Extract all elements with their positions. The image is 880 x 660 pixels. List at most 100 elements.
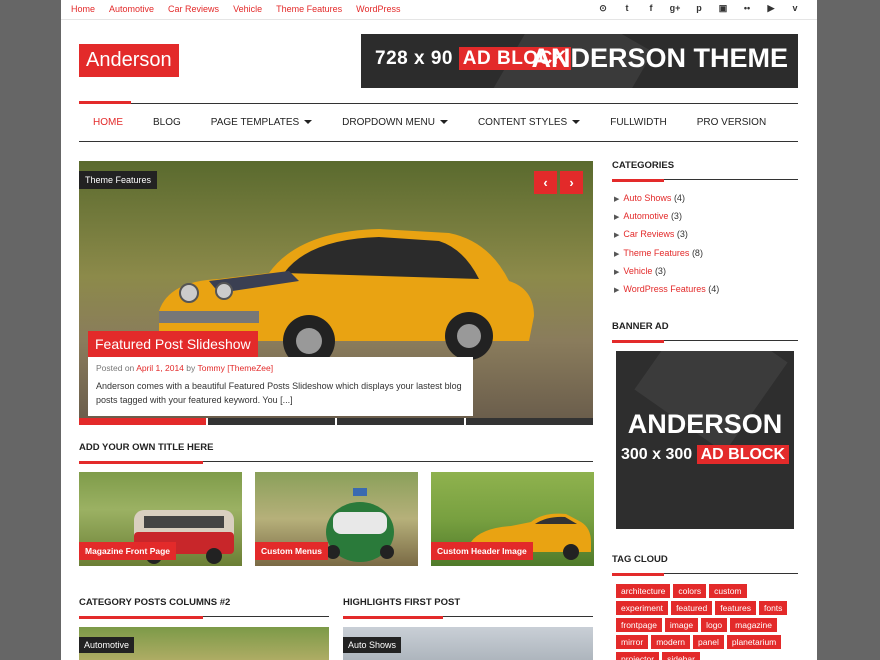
twitter-icon[interactable]: t (615, 3, 639, 14)
tag-link[interactable]: panel (693, 635, 724, 649)
section-title-bar (343, 616, 443, 619)
slide-dot[interactable] (466, 418, 593, 425)
post-thumbnail[interactable]: Magazine Front Page (79, 472, 242, 566)
slide-title[interactable]: Featured Post Slideshow (88, 331, 258, 357)
instagram-icon[interactable]: ▣ (711, 3, 735, 14)
post-thumbnail[interactable]: Custom Menus (255, 472, 418, 566)
tag-link[interactable]: logo (701, 618, 728, 632)
section-title-text: CATEGORY POSTS COLUMNS #2 (79, 597, 231, 608)
dropdown-caret-icon (439, 120, 448, 125)
top-nav-link[interactable]: Theme Features (276, 4, 342, 14)
post-date-link[interactable]: April 1, 2014 (136, 363, 184, 373)
tag-link[interactable]: frontpage (616, 618, 662, 632)
ad-size-label: 728 x 90 (375, 48, 453, 69)
nav-item-label: FULLWIDTH (610, 117, 667, 128)
tag-link[interactable]: projector (616, 652, 660, 660)
tag-link[interactable]: experiment (616, 601, 669, 615)
category-link[interactable]: Car Reviews (623, 229, 674, 239)
widget-title-bar (612, 340, 664, 343)
nav-item-label: HOME (93, 117, 123, 128)
category-link[interactable]: WordPress Features (623, 284, 705, 294)
slide-prev-button[interactable]: ‹ (534, 171, 557, 194)
youtube-icon[interactable]: ▶ (759, 3, 783, 14)
googleplus-icon[interactable]: g+ (663, 3, 687, 14)
top-nav-link[interactable]: Car Reviews (168, 4, 219, 14)
thumbnail-label[interactable]: Magazine Front Page (79, 542, 177, 560)
nav-item-label: DROPDOWN MENU (342, 117, 435, 128)
pinterest-icon[interactable]: p (687, 3, 711, 14)
category-item: ▶ Automotive (3) (614, 211, 719, 229)
thumbnail-label[interactable]: Custom Menus (255, 542, 328, 560)
post-category-badge[interactable]: Automotive (79, 637, 135, 653)
slide-dot[interactable] (337, 418, 464, 425)
thumbnail-label[interactable]: Custom Header Image (431, 542, 533, 560)
category-count: (8) (691, 247, 703, 258)
category-link[interactable]: Automotive (623, 211, 668, 221)
slide-next-button[interactable]: › (560, 171, 583, 194)
author-link[interactable]: Tommy [ThemeZee] (198, 363, 274, 373)
excerpt-text: Anderson comes with a beautiful Featured… (96, 381, 462, 405)
tag-link[interactable]: featured (671, 601, 713, 615)
nav-item[interactable]: CONTENT STYLES (478, 117, 581, 128)
page: Home Automotive Car Reviews Vehicle Theme Fe… (61, 0, 817, 660)
tag-link[interactable]: planetarium (726, 635, 782, 649)
tag-link[interactable]: sidebar (662, 652, 700, 660)
featured-slider: Theme Features ‹ › Featured Post Slidesh… (79, 161, 593, 418)
top-nav-link[interactable]: Automotive (109, 4, 154, 14)
top-nav-link[interactable]: Vehicle (233, 4, 262, 14)
site-title[interactable]: Anderson (79, 44, 179, 77)
header-ad-banner[interactable]: 728 x 90 AD BLOCK ANDERSON THEME (361, 34, 798, 88)
read-more-link[interactable]: [...] (280, 395, 293, 405)
tag-link[interactable]: magazine (730, 618, 778, 632)
tag-link[interactable]: architecture (616, 584, 671, 598)
rss-icon[interactable]: ⊙ (591, 3, 615, 14)
tag-link[interactable]: fonts (758, 601, 788, 615)
tag-link[interactable]: colors (673, 584, 707, 598)
tag-link[interactable]: custom (709, 584, 747, 598)
arrow-right-icon: ▶ (614, 286, 620, 294)
slide-category-badge[interactable]: Theme Features (79, 171, 158, 189)
post-thumbnail[interactable]: Auto Shows (343, 627, 593, 660)
arrow-right-icon: ▶ (614, 232, 620, 240)
top-nav-link[interactable]: WordPress (356, 4, 400, 14)
widget-title-text: TAG CLOUD (612, 554, 668, 565)
post-thumbnail[interactable]: Custom Header Image (431, 472, 594, 566)
social-icons: ⊙ t f g+ p ▣ •• ▶ v (591, 3, 807, 14)
category-count: (4) (708, 283, 720, 294)
nav-item[interactable]: BLOG (153, 117, 181, 128)
nav-item[interactable]: HOME (93, 117, 123, 128)
ad-block-label: AD BLOCK (696, 445, 790, 464)
flickr-icon[interactable]: •• (735, 3, 759, 14)
tag-cloud: architecture colors custom experiment featur… (616, 584, 798, 660)
tag-link[interactable]: mirror (616, 635, 649, 649)
main-navigation: HOME BLOG PAGE TEMPLATES DROPDOWN MENU CONTE… (79, 101, 798, 142)
slide-excerpt: Anderson comes with a beautiful Featured… (96, 379, 465, 407)
category-link[interactable]: Theme Features (623, 248, 689, 258)
category-link[interactable]: Vehicle (623, 266, 652, 276)
tag-link[interactable]: image (664, 618, 699, 632)
nav-item[interactable]: FULLWIDTH (610, 117, 666, 128)
section-title-bar (79, 461, 203, 464)
sidebar-ad-banner[interactable]: ANDERSON 300 x 300 AD BLOCK (616, 351, 794, 529)
post-thumbnail[interactable]: Automotive (79, 627, 329, 660)
vimeo-icon[interactable]: v (783, 3, 807, 14)
arrow-right-icon: ▶ (614, 268, 620, 276)
slide-dot[interactable] (79, 418, 206, 425)
facebook-icon[interactable]: f (639, 3, 663, 14)
category-link[interactable]: Auto Shows (623, 193, 671, 203)
category-count: (3) (670, 211, 682, 222)
section-title-text: ADD YOUR OWN TITLE HERE (79, 442, 214, 453)
slide-dot[interactable] (208, 418, 335, 425)
tag-link[interactable]: features (715, 601, 756, 615)
nav-item-label: PAGE TEMPLATES (210, 117, 300, 128)
nav-item[interactable]: DROPDOWN MENU (342, 117, 448, 128)
section-title: ADD YOUR OWN TITLE HERE (79, 442, 593, 464)
top-nav-link[interactable]: Home (71, 4, 95, 14)
nav-item[interactable]: PRO VERSION (697, 117, 766, 128)
slide-meta: Posted on April 1, 2014 by Tommy [ThemeZ… (96, 363, 465, 373)
tag-link[interactable]: modern (651, 635, 691, 649)
active-indicator (79, 101, 131, 104)
nav-item[interactable]: PAGE TEMPLATES (210, 117, 313, 128)
nav-item-label: PRO VERSION (696, 117, 767, 128)
post-category-badge[interactable]: Auto Shows (343, 637, 402, 653)
